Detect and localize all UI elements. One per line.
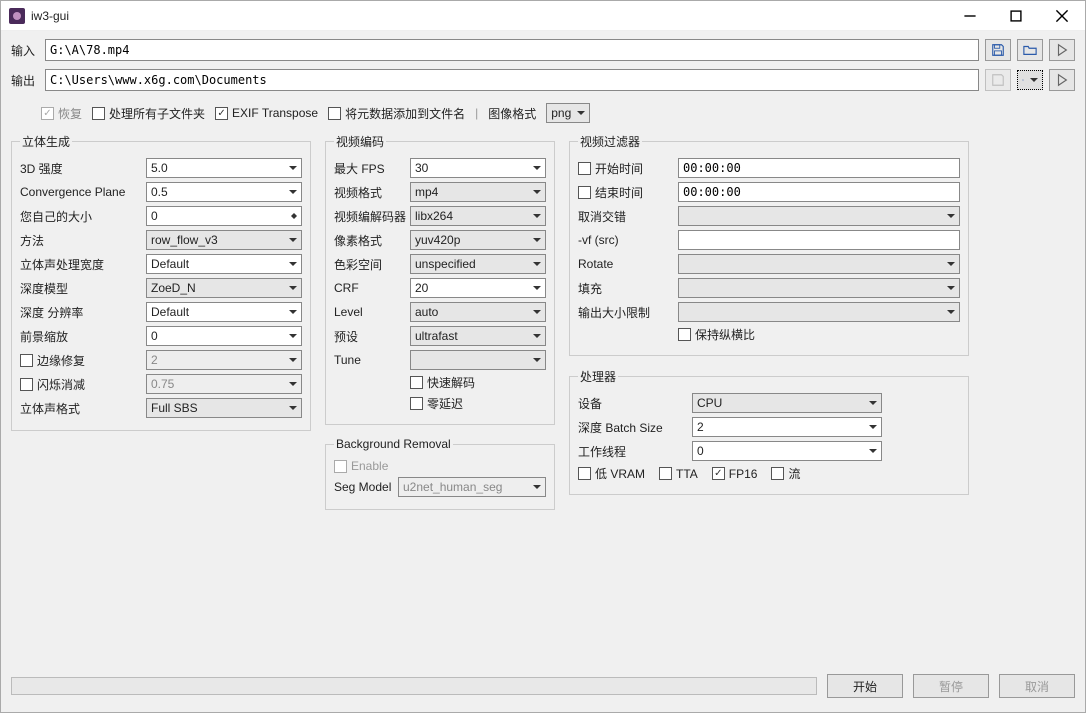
metadata-checkbox[interactable]: 将元数据添加到文件名 bbox=[328, 105, 465, 122]
bgrem-model-select: u2net_human_seg bbox=[398, 477, 546, 497]
exif-checkbox[interactable]: ✓EXIF Transpose bbox=[215, 106, 318, 120]
stream-checkbox[interactable]: 流 bbox=[771, 465, 800, 482]
start-button[interactable]: 开始 bbox=[827, 674, 903, 698]
pad-select[interactable] bbox=[678, 278, 960, 298]
device-select[interactable]: CPU bbox=[692, 393, 882, 413]
image-format-label: 图像格式 bbox=[488, 105, 536, 122]
app-icon bbox=[9, 8, 25, 24]
rotate-select[interactable] bbox=[678, 254, 960, 274]
output-label: 输出 bbox=[11, 72, 39, 89]
edge-select: 2 bbox=[146, 350, 302, 370]
cancel-button: 取消 bbox=[999, 674, 1075, 698]
progress-bar bbox=[11, 677, 817, 695]
vformat-select[interactable]: mp4 bbox=[410, 182, 546, 202]
limit-select[interactable] bbox=[678, 302, 960, 322]
input-save-button[interactable] bbox=[985, 39, 1011, 61]
flicker-select: 0.75 bbox=[146, 374, 302, 394]
fastdec-checkbox[interactable]: 快速解码 bbox=[410, 374, 475, 391]
window-title: iw3-gui bbox=[31, 9, 947, 23]
close-button[interactable] bbox=[1039, 1, 1085, 30]
content: 输入 输出 ✓恢复 处理所有子文件夹 ✓EXIF Transpose 将元数据添… bbox=[1, 31, 1085, 712]
lowvram-checkbox[interactable]: 低 VRAM bbox=[578, 465, 645, 482]
maximize-button[interactable] bbox=[993, 1, 1039, 30]
filters-fieldset: 视频过滤器 开始时间 结束时间 取消交错 -vf (src) Rotate 填充… bbox=[569, 133, 969, 356]
bottom-bar: 开始 暂停 取消 bbox=[11, 668, 1075, 704]
zerolat-checkbox[interactable]: 零延迟 bbox=[410, 395, 463, 412]
bgrem-fieldset: Background Removal Enable Seg Modelu2net… bbox=[325, 437, 555, 510]
options-row: ✓恢复 处理所有子文件夹 ✓EXIF Transpose 将元数据添加到文件名 … bbox=[11, 99, 1075, 127]
ownsize-spin[interactable]: 0 bbox=[146, 206, 302, 226]
output-browse-button[interactable] bbox=[1017, 70, 1043, 90]
vf-input[interactable] bbox=[678, 230, 960, 250]
flicker-checkbox[interactable]: 闪烁消减 bbox=[20, 376, 146, 393]
depthres-select[interactable]: Default bbox=[146, 302, 302, 322]
input-field[interactable] bbox=[45, 39, 979, 61]
convergence-select[interactable]: 0.5 bbox=[146, 182, 302, 202]
output-save-button[interactable] bbox=[985, 69, 1011, 91]
start-checkbox[interactable]: 开始时间 bbox=[578, 160, 678, 177]
depthmodel-select[interactable]: ZoeD_N bbox=[146, 278, 302, 298]
input-browse-button[interactable] bbox=[1017, 39, 1043, 61]
batch-select[interactable]: 2 bbox=[692, 417, 882, 437]
threads-select[interactable]: 0 bbox=[692, 441, 882, 461]
app-window: iw3-gui 输入 输出 ✓恢复 处理所有子文件夹 ✓EXIF Transpo bbox=[0, 0, 1086, 713]
preset-select[interactable]: ultrafast bbox=[410, 326, 546, 346]
processor-fieldset: 处理器 设备CPU 深度 Batch Size2 工作线程0 低 VRAM TT… bbox=[569, 368, 969, 495]
end-checkbox[interactable]: 结束时间 bbox=[578, 184, 678, 201]
strength-select[interactable]: 5.0 bbox=[146, 158, 302, 178]
method-select[interactable]: row_flow_v3 bbox=[146, 230, 302, 250]
output-play-button[interactable] bbox=[1049, 69, 1075, 91]
encoding-fieldset: 视频编码 最大 FPS30 视频格式mp4 视频编解码器libx264 像素格式… bbox=[325, 133, 555, 425]
tune-select[interactable] bbox=[410, 350, 546, 370]
titlebar: iw3-gui bbox=[1, 1, 1085, 31]
subfolders-checkbox[interactable]: 处理所有子文件夹 bbox=[92, 105, 205, 122]
image-format-select[interactable]: png bbox=[546, 103, 590, 123]
codec-select[interactable]: libx264 bbox=[410, 206, 546, 226]
restore-checkbox: ✓恢复 bbox=[41, 105, 82, 122]
deint-select[interactable] bbox=[678, 206, 960, 226]
color-select[interactable]: unspecified bbox=[410, 254, 546, 274]
pause-button: 暂停 bbox=[913, 674, 989, 698]
level-select[interactable]: auto bbox=[410, 302, 546, 322]
bgrem-enable-checkbox: Enable bbox=[334, 459, 388, 473]
stereo-fieldset: 立体生成 3D 强度5.0 Convergence Plane0.5 您自己的大… bbox=[11, 133, 311, 431]
width-select[interactable]: Default bbox=[146, 254, 302, 274]
minimize-button[interactable] bbox=[947, 1, 993, 30]
output-field[interactable] bbox=[45, 69, 979, 91]
tta-checkbox[interactable]: TTA bbox=[659, 467, 698, 481]
pix-select[interactable]: yuv420p bbox=[410, 230, 546, 250]
fg-select[interactable]: 0 bbox=[146, 326, 302, 346]
fp16-checkbox[interactable]: ✓FP16 bbox=[712, 467, 758, 481]
start-input[interactable] bbox=[678, 158, 960, 178]
input-play-button[interactable] bbox=[1049, 39, 1075, 61]
stereoformat-select[interactable]: Full SBS bbox=[146, 398, 302, 418]
fps-select[interactable]: 30 bbox=[410, 158, 546, 178]
edge-checkbox[interactable]: 边缘修复 bbox=[20, 352, 146, 369]
crf-select[interactable]: 20 bbox=[410, 278, 546, 298]
end-input[interactable] bbox=[678, 182, 960, 202]
keepar-checkbox[interactable]: 保持纵横比 bbox=[678, 326, 755, 343]
input-label: 输入 bbox=[11, 42, 39, 59]
